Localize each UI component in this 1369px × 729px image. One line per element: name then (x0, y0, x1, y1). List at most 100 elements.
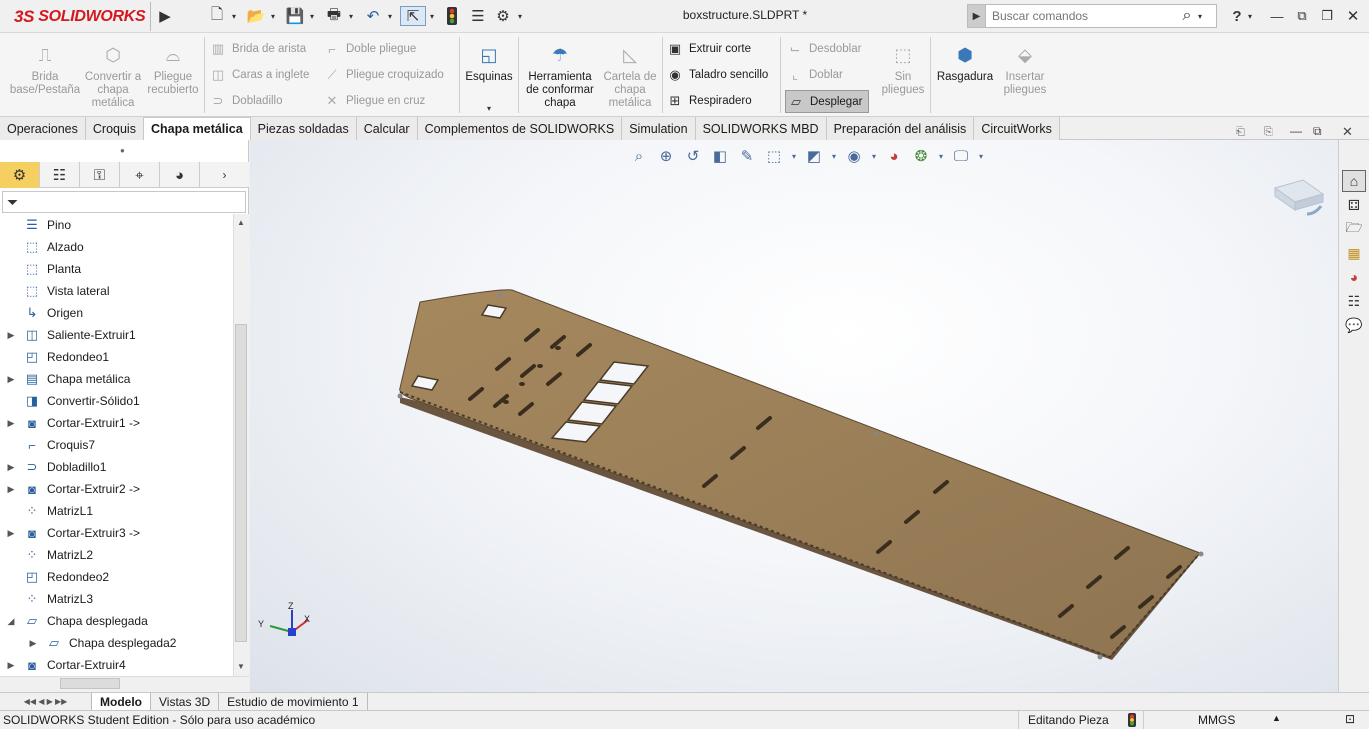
status-tooltip-icon[interactable]: ⊡ (1345, 712, 1355, 726)
expand-arrow-icon[interactable]: ▶ (0, 462, 22, 473)
rebuild-traffic-light-icon[interactable] (442, 6, 462, 26)
tree-item[interactable]: ⁘ MatrizL2 (0, 544, 93, 566)
display-style-dropdown-icon[interactable]: ▾ (830, 152, 838, 161)
search-input[interactable] (986, 6, 1176, 26)
brida-base-button[interactable]: ⎍ Brida base/Pestaña (8, 43, 82, 97)
expand-arrow-icon[interactable]: ▶ (0, 660, 22, 671)
restore-icon[interactable]: ⧉ (1291, 6, 1313, 26)
caras-inglete-button[interactable]: ◫ Caras a inglete (210, 65, 310, 85)
view-palette-icon[interactable]: ▦ (1342, 242, 1366, 264)
solidworks-forum-icon[interactable]: 💬 (1342, 314, 1366, 336)
previous-view-icon[interactable]: ↺ (682, 147, 704, 165)
doblar-button[interactable]: ⌞ Doblar (787, 65, 843, 85)
panel-grip-icon[interactable]: ● (120, 146, 125, 155)
graphics-area[interactable]: Z X Y (250, 140, 1338, 692)
tree-item[interactable]: ▶ ◙ Cortar-Extruir3 -> (0, 522, 141, 544)
view-orientation-icon[interactable]: ⬚ (763, 147, 785, 165)
tree-item[interactable]: ⁘ MatrizL1 (0, 500, 93, 522)
display-style-icon[interactable]: ◩ (803, 147, 825, 165)
help-dropdown-icon[interactable]: ▾ (1244, 6, 1256, 26)
pliegue-recubierto-button[interactable]: ⌓ Pliegue recubierto (144, 43, 202, 97)
tab-calcular[interactable]: Calcular (356, 117, 418, 140)
tree-item[interactable]: ◰ Redondeo2 (0, 566, 109, 588)
search-dropdown-icon[interactable]: ▾ (1198, 12, 1202, 21)
panel-scroll-right-icon[interactable]: › (200, 162, 249, 188)
tree-item[interactable]: ▶ ▱ Chapa desplegada2 (0, 632, 177, 654)
view-orientation-dropdown-icon[interactable]: ▾ (790, 152, 798, 161)
tree-scroll-thumb[interactable] (235, 324, 247, 642)
tree-item[interactable]: ▶ ◙ Cortar-Extruir4 (0, 654, 126, 676)
scroll-down-icon[interactable]: ▼ (237, 662, 245, 671)
respiradero-button[interactable]: ⊞ Respiradero (667, 91, 752, 111)
dynamic-annotation-icon[interactable]: ✎ (736, 147, 758, 165)
custom-properties-icon[interactable]: ☷ (1342, 290, 1366, 312)
tree-item[interactable]: ⬚ Vista lateral (0, 280, 110, 302)
new-dropdown-icon[interactable]: ▾ (228, 6, 240, 26)
pliegue-croquizado-button[interactable]: ⟋ Pliegue croquizado (324, 65, 443, 85)
rasgadura-button[interactable]: ⬢ Rasgadura (934, 43, 996, 84)
solidworks-logo[interactable]: 3S SOLIDWORKS (14, 7, 146, 27)
print-icon[interactable]: 🖶 (323, 6, 345, 26)
tree-item[interactable]: ▶ ▤ Chapa metálica (0, 368, 131, 390)
tab-complementos-de-solidworks[interactable]: Complementos de SOLIDWORKS (417, 117, 623, 140)
bottom-tab-1[interactable]: Vistas 3D (151, 692, 220, 711)
status-units[interactable]: MMGS (1198, 713, 1235, 727)
viewport-restore-icon[interactable]: ⧉ (1313, 124, 1322, 139)
tree-item[interactable]: ◨ Convertir-Sólido1 (0, 390, 140, 412)
appearances-icon[interactable]: ◕ (1342, 266, 1366, 288)
tab-croquis[interactable]: Croquis (85, 117, 144, 140)
apply-scene-dropdown-icon[interactable]: ▾ (937, 152, 945, 161)
design-library-icon[interactable]: ⚃ (1342, 194, 1366, 216)
expand-arrow-icon[interactable]: ▶ (0, 374, 22, 385)
tab-preparación-del-análisis[interactable]: Preparación del análisis (826, 117, 975, 140)
featuremanager-tab-icon[interactable]: ⚙ (0, 162, 40, 188)
viewport-minimize-icon[interactable]: — (1290, 124, 1302, 138)
viewport-tile-left-icon[interactable]: ⎗ (1236, 126, 1245, 139)
search-icon[interactable]: ⌕ (1176, 7, 1198, 25)
undo-icon[interactable]: ↶ (362, 6, 384, 26)
rebuild-status-icon[interactable] (1128, 713, 1136, 727)
save-dropdown-icon[interactable]: ▾ (306, 6, 318, 26)
tab-piezas-soldadas[interactable]: Piezas soldadas (250, 117, 357, 140)
configurationmanager-tab-icon[interactable]: ⚿ (80, 162, 120, 188)
displaymanager-tab-icon[interactable]: ◕ (160, 162, 200, 188)
expand-arrow-icon[interactable]: ▶ (0, 418, 22, 429)
cartela-button[interactable]: ◺ Cartela de chapa metálica (600, 43, 660, 110)
esquinas-button[interactable]: ◱ Esquinas ▾ (462, 43, 516, 115)
options-gear-icon[interactable]: ⚙ (492, 6, 514, 26)
tab-simulation[interactable]: Simulation (622, 117, 696, 140)
save-icon[interactable]: 💾 (284, 6, 306, 26)
view-settings-dropdown-icon[interactable]: ▾ (977, 152, 985, 161)
apply-scene-icon[interactable]: ❂ (910, 147, 932, 165)
viewport-tile-right-icon[interactable]: ⎘ (1264, 126, 1273, 139)
print-dropdown-icon[interactable]: ▾ (345, 6, 357, 26)
tree-item[interactable]: ◢ ▱ Chapa desplegada (0, 610, 148, 632)
minimize-icon[interactable]: — (1266, 6, 1288, 26)
search-box[interactable]: ▶ ⌕ ▾ (967, 4, 1217, 28)
zoom-to-fit-icon[interactable]: ⌕ (628, 148, 650, 165)
hide-show-items-icon[interactable]: ◉ (843, 147, 865, 165)
solidworks-resources-icon[interactable]: ⌂ (1342, 170, 1366, 192)
command-search-icon[interactable]: ▶ (968, 5, 986, 27)
tree-filter[interactable]: ⏷ (2, 191, 246, 213)
tree-item[interactable]: ▶ ⊃ Dobladillo1 (0, 456, 107, 478)
tab-chapa-metálica[interactable]: Chapa metálica (143, 117, 251, 140)
dobladillo-button[interactable]: ⊃ Dobladillo (210, 91, 283, 111)
tab-operaciones[interactable]: Operaciones (0, 117, 86, 140)
open-icon[interactable]: 📂 (245, 6, 267, 26)
tree-item[interactable]: ☰ Pino (0, 214, 71, 236)
edit-appearance-icon[interactable]: ◕ (883, 148, 905, 165)
expand-arrow-icon[interactable]: ▶ (22, 638, 44, 649)
maximize-icon[interactable]: ❐ (1316, 6, 1338, 26)
expand-arrow-icon[interactable]: ▶ (0, 330, 22, 341)
expand-arrow-icon[interactable]: ◢ (0, 616, 22, 627)
file-explorer-icon[interactable]: 🗁 (1342, 218, 1366, 240)
tree-horizontal-scrollbar[interactable] (0, 676, 249, 692)
expand-arrow-icon[interactable]: ▶ (0, 528, 22, 539)
open-dropdown-icon[interactable]: ▾ (267, 6, 279, 26)
tab-solidworks-mbd[interactable]: SOLIDWORKS MBD (695, 117, 827, 140)
tree-item[interactable]: ⁘ MatrizL3 (0, 588, 93, 610)
viewport-close-icon[interactable]: ✕ (1342, 124, 1353, 140)
tab-scroll-arrows-icon[interactable]: ◀◀ ◀ ▶ ▶▶ (0, 692, 92, 711)
tree-item[interactable]: ▶ ◫ Saliente-Extruir1 (0, 324, 136, 346)
